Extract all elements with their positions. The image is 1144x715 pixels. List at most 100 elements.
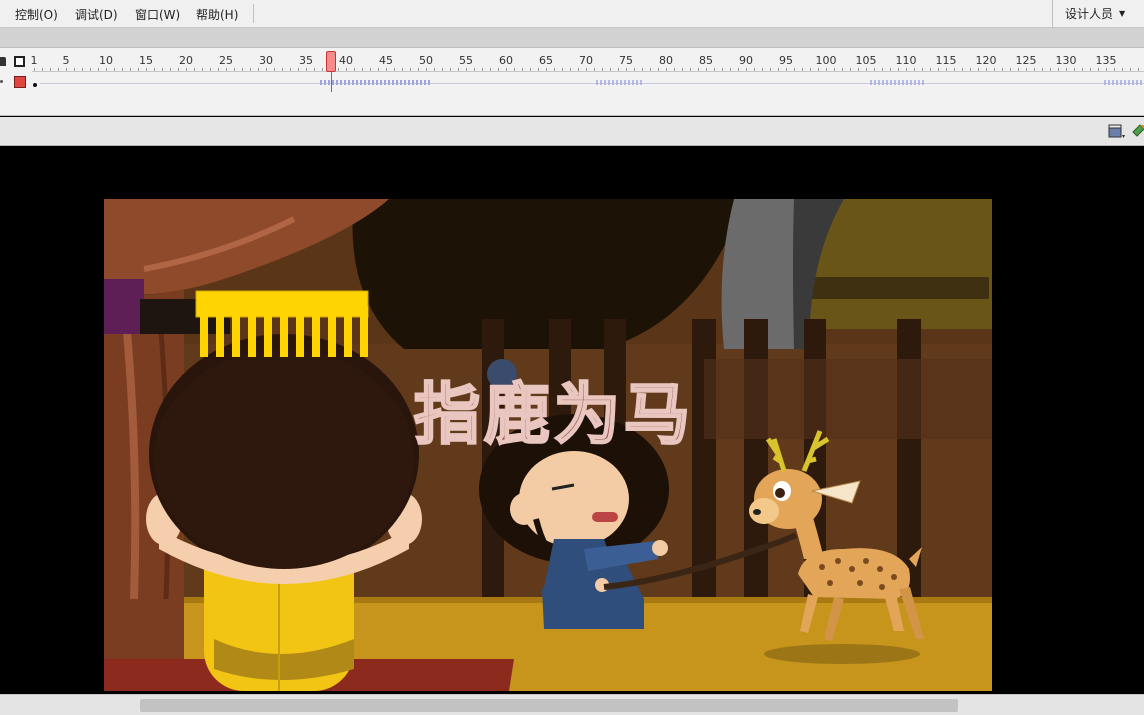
title-text: 指鹿为马 [414, 376, 694, 453]
ruler-tick [226, 68, 227, 71]
ruler-tick [82, 68, 83, 71]
ruler-label: 115 [935, 54, 957, 67]
menu-debug[interactable]: 调试(D) [75, 6, 118, 23]
ruler-tick [1010, 68, 1011, 71]
ruler-tick [338, 68, 339, 71]
ruler-tick [1138, 68, 1139, 71]
ruler-tick [378, 68, 379, 71]
ruler-label: 1 [30, 54, 38, 67]
ruler-tick [1114, 68, 1115, 71]
ruler-label: 75 [619, 54, 633, 67]
ruler-tick [386, 68, 387, 71]
ruler-tick [762, 68, 763, 71]
ruler-tick [882, 68, 883, 71]
sound-waveform [320, 80, 430, 85]
ruler-tick [202, 68, 203, 71]
ruler-tick [562, 68, 563, 71]
ruler-tick [274, 68, 275, 71]
ruler-tick [754, 68, 755, 71]
ruler-tick [1002, 68, 1003, 71]
ruler-tick [138, 68, 139, 71]
ruler-tick [74, 68, 75, 71]
ruler-label: 40 [339, 54, 353, 67]
ruler-tick [210, 68, 211, 71]
ruler-tick [506, 68, 507, 71]
outline-icon[interactable] [14, 56, 25, 67]
ruler-tick [586, 68, 587, 71]
ruler-tick [402, 68, 403, 71]
horizontal-scrollbar[interactable] [0, 694, 1144, 715]
ruler-tick [258, 68, 259, 71]
ruler-tick [538, 68, 539, 71]
ruler-label: 15 [139, 54, 153, 67]
ruler-tick [866, 68, 867, 71]
menu-help[interactable]: 帮助(H) [196, 6, 238, 23]
ruler-label: 55 [459, 54, 473, 67]
ruler-tick [370, 68, 371, 71]
ruler-tick [50, 68, 51, 71]
ruler-tick [394, 68, 395, 71]
sound-waveform [596, 80, 644, 85]
layer-visibility-dot[interactable] [0, 80, 3, 83]
ruler-tick [594, 68, 595, 71]
ruler-tick [810, 68, 811, 71]
edit-bar [0, 117, 1144, 146]
playhead[interactable] [326, 51, 336, 72]
ruler-tick [642, 68, 643, 71]
ruler-label: 100 [815, 54, 837, 67]
ruler-tick [458, 68, 459, 71]
ruler-label: 25 [219, 54, 233, 67]
ruler-tick [442, 68, 443, 71]
ruler-tick [90, 68, 91, 71]
ruler-tick [490, 68, 491, 71]
ruler-tick [794, 68, 795, 71]
ruler-tick [834, 68, 835, 71]
keyframe-marker[interactable] [33, 83, 37, 87]
ruler-tick [314, 68, 315, 71]
ruler-tick [890, 68, 891, 71]
ruler-tick [874, 68, 875, 71]
ruler-tick [514, 68, 515, 71]
ruler-tick [410, 68, 411, 71]
lock-icon[interactable] [0, 57, 6, 66]
ruler-tick [682, 68, 683, 71]
ruler-tick [1034, 68, 1035, 71]
edit-scene-icon[interactable] [1108, 123, 1126, 139]
ruler-tick [130, 68, 131, 71]
menu-window[interactable]: 窗口(W) [135, 6, 180, 23]
layer-color-swatch[interactable] [14, 76, 26, 88]
ruler-tick [802, 68, 803, 71]
ruler-tick [1106, 68, 1107, 71]
ruler-tick [962, 68, 963, 71]
ruler-tick [498, 68, 499, 71]
ruler-tick [1042, 68, 1043, 71]
scrollbar-thumb[interactable] [140, 699, 958, 712]
ruler-tick [418, 68, 419, 71]
ruler-tick [714, 68, 715, 71]
workspace-switcher[interactable]: 设计人员 ▼ [1052, 0, 1144, 28]
ruler-tick [434, 68, 435, 71]
ruler-tick [530, 68, 531, 71]
ruler-tick [906, 68, 907, 71]
edit-symbol-icon[interactable] [1132, 123, 1144, 139]
menu-control[interactable]: 控制(O) [15, 6, 58, 23]
ruler-tick [1074, 68, 1075, 71]
ruler-tick [466, 68, 467, 71]
ruler-tick [322, 68, 323, 71]
stage-canvas[interactable]: 指鹿为马 [104, 199, 992, 691]
frame-ruler[interactable]: 1 5 10 15 20 25 30 35 40 45 50 55 60 65 70 75 80 85 90 95 10… [30, 48, 1144, 72]
ruler-tick [154, 68, 155, 71]
ruler-tick [978, 68, 979, 71]
ruler-label: 20 [179, 54, 193, 67]
ruler-tick [546, 68, 547, 71]
layer-row[interactable] [0, 74, 1144, 90]
layer-frames[interactable] [40, 83, 1144, 84]
ruler-tick [98, 68, 99, 71]
ruler-tick [674, 68, 675, 71]
ruler-label: 85 [699, 54, 713, 67]
ruler-label: 45 [379, 54, 393, 67]
ruler-label: 50 [419, 54, 433, 67]
ruler-tick [1058, 68, 1059, 71]
ruler-tick [106, 68, 107, 71]
ruler-label: 5 [62, 54, 70, 67]
